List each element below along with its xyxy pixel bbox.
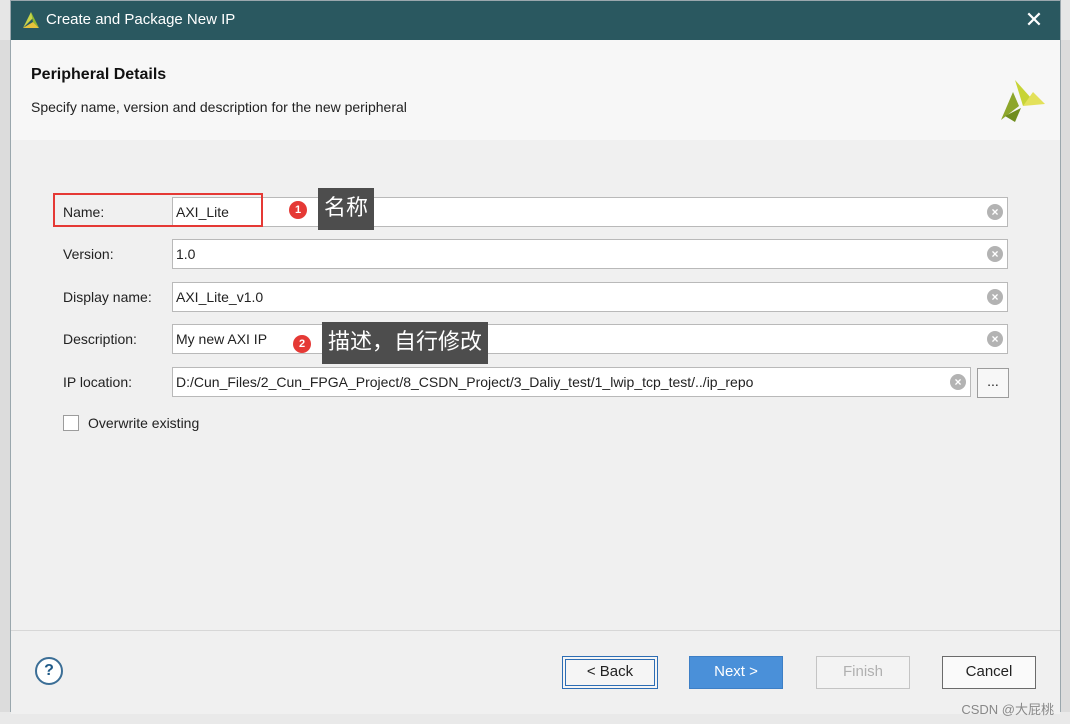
ip-location-label: IP location:	[63, 374, 133, 390]
next-button[interactable]: Next >	[689, 656, 783, 689]
annotation-number-2: 2	[293, 335, 311, 353]
wizard-footer: ? < Back Next > Finish Cancel	[11, 630, 1060, 714]
description-label: Description:	[63, 331, 137, 347]
page-heading: Peripheral Details	[31, 66, 167, 83]
background-app-right	[1061, 40, 1070, 724]
display-name-input[interactable]	[176, 283, 970, 311]
annotation-callout-1: 名称	[318, 188, 375, 230]
wizard-header: Peripheral Details Specify name, version…	[11, 40, 1060, 140]
ip-location-clear-icon[interactable]: ×	[950, 374, 966, 390]
create-package-ip-dialog: Create and Package New IP ✕ Peripheral D…	[10, 0, 1061, 714]
display-name-field-box: ×	[172, 282, 1008, 312]
version-field-box: ×	[172, 239, 1008, 269]
annotation-number-1: 1	[289, 201, 307, 219]
cancel-button[interactable]: Cancel	[942, 656, 1036, 689]
overwrite-checkbox[interactable]	[63, 415, 79, 431]
version-input[interactable]	[176, 240, 970, 268]
window-title: Create and Package New IP	[46, 11, 236, 28]
watermark: CSDN @大屁桃	[961, 702, 1054, 717]
close-icon[interactable]: ✕	[1022, 8, 1046, 32]
vivado-logo-icon	[1001, 80, 1045, 122]
vivado-app-icon	[23, 12, 39, 28]
title-bar: Create and Package New IP ✕	[11, 1, 1060, 40]
page-subtitle: Specify name, version and description fo…	[31, 99, 407, 115]
wizard-content: Name: × Version: × Display name: × Descr…	[11, 140, 1060, 630]
help-icon[interactable]: ?	[35, 657, 63, 685]
name-clear-icon[interactable]: ×	[987, 204, 1003, 220]
display-name-label: Display name:	[63, 289, 152, 305]
overwrite-label: Overwrite existing	[88, 415, 200, 431]
browse-button[interactable]: ...	[977, 368, 1009, 398]
ip-location-field-box: ×	[172, 367, 971, 397]
ip-location-input[interactable]	[176, 368, 933, 396]
annotation-callout-2: 描述，自行修改	[322, 322, 489, 364]
version-label: Version:	[63, 246, 114, 262]
description-clear-icon[interactable]: ×	[987, 331, 1003, 347]
display-name-clear-icon[interactable]: ×	[987, 289, 1003, 305]
version-clear-icon[interactable]: ×	[987, 246, 1003, 262]
finish-button[interactable]: Finish	[816, 656, 910, 689]
back-button[interactable]: < Back	[562, 656, 658, 689]
name-highlight-box	[53, 193, 263, 227]
